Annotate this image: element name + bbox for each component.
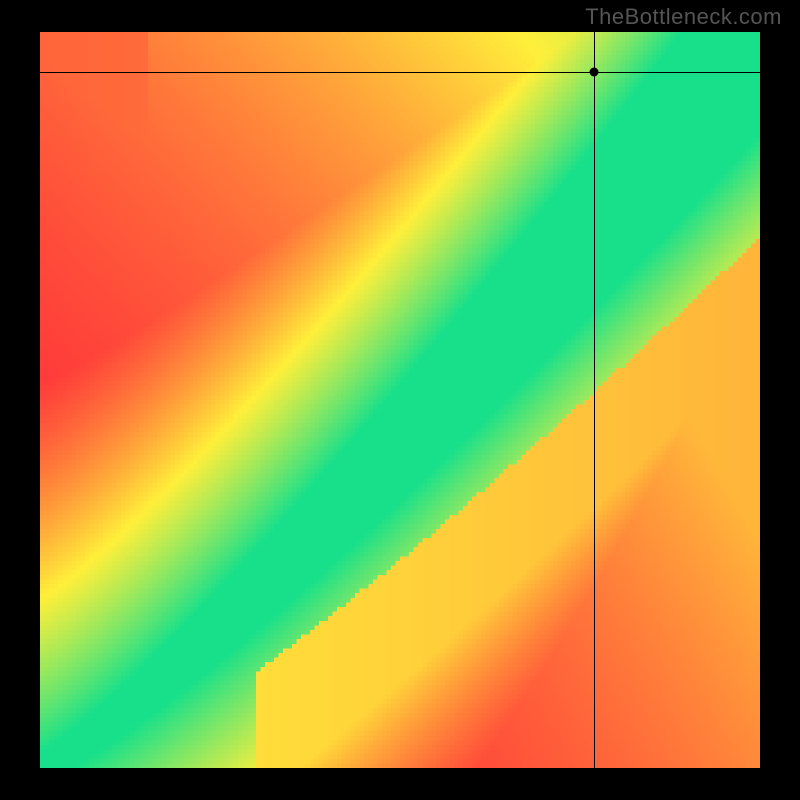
chart-frame: TheBottleneck.com — [0, 0, 800, 800]
heatmap-plot — [40, 32, 760, 768]
marker-dot — [590, 68, 599, 77]
crosshair-horizontal — [40, 72, 760, 73]
heatmap-canvas — [40, 32, 760, 768]
crosshair-vertical — [594, 32, 595, 768]
watermark-text: TheBottleneck.com — [585, 4, 782, 30]
